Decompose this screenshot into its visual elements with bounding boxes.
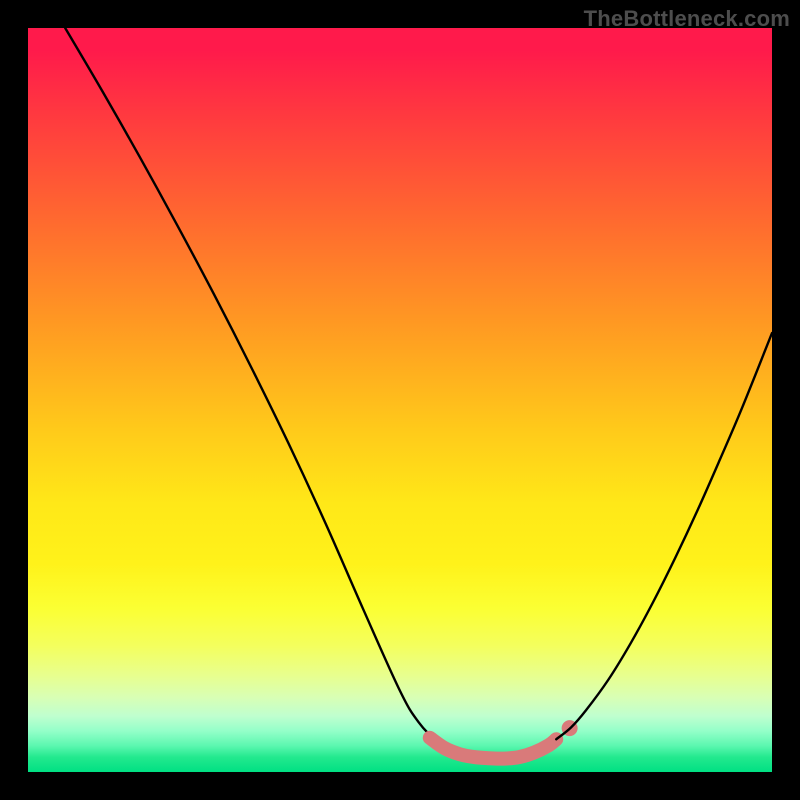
plot-area — [28, 28, 772, 772]
left-curve — [65, 28, 474, 757]
watermark-text: TheBottleneck.com — [584, 6, 790, 32]
right-curve — [556, 333, 772, 739]
dip-curve — [430, 738, 556, 759]
chart-frame: TheBottleneck.com — [0, 0, 800, 800]
curve-layer — [28, 28, 772, 772]
